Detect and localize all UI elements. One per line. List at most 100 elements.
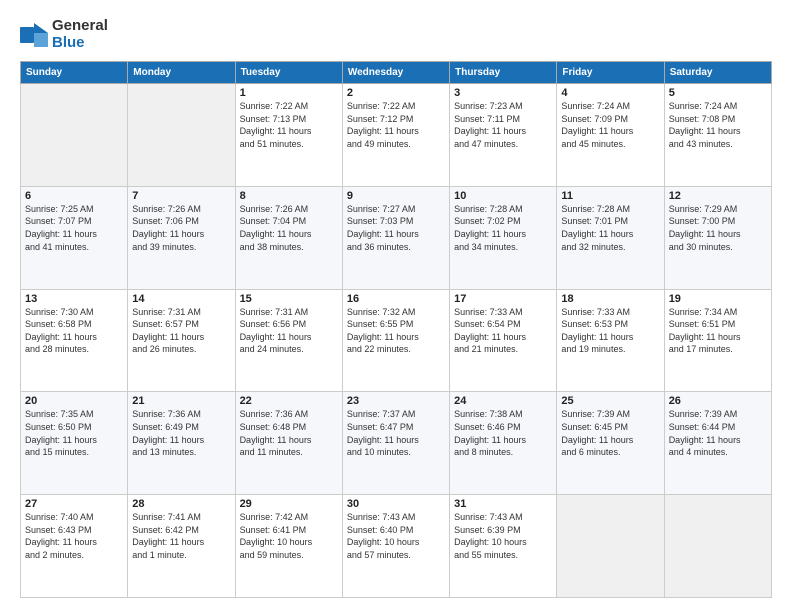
calendar-cell: 31Sunrise: 7:43 AM Sunset: 6:39 PM Dayli… (450, 495, 557, 598)
calendar-cell (557, 495, 664, 598)
day-info: Sunrise: 7:40 AM Sunset: 6:43 PM Dayligh… (25, 511, 123, 561)
calendar-cell: 3Sunrise: 7:23 AM Sunset: 7:11 PM Daylig… (450, 84, 557, 187)
day-number: 29 (240, 498, 338, 510)
day-number: 11 (561, 190, 659, 202)
header: General Blue (20, 18, 772, 51)
calendar-cell: 25Sunrise: 7:39 AM Sunset: 6:45 PM Dayli… (557, 392, 664, 495)
day-number: 10 (454, 190, 552, 202)
day-number: 17 (454, 293, 552, 305)
logo: General Blue (20, 18, 108, 51)
day-info: Sunrise: 7:26 AM Sunset: 7:04 PM Dayligh… (240, 203, 338, 253)
day-info: Sunrise: 7:24 AM Sunset: 7:09 PM Dayligh… (561, 100, 659, 150)
day-number: 1 (240, 87, 338, 99)
calendar-cell: 15Sunrise: 7:31 AM Sunset: 6:56 PM Dayli… (235, 289, 342, 392)
day-info: Sunrise: 7:36 AM Sunset: 6:49 PM Dayligh… (132, 408, 230, 458)
col-header-saturday: Saturday (664, 62, 771, 84)
calendar-week-5: 27Sunrise: 7:40 AM Sunset: 6:43 PM Dayli… (21, 495, 772, 598)
day-info: Sunrise: 7:24 AM Sunset: 7:08 PM Dayligh… (669, 100, 767, 150)
calendar-cell: 4Sunrise: 7:24 AM Sunset: 7:09 PM Daylig… (557, 84, 664, 187)
day-info: Sunrise: 7:22 AM Sunset: 7:12 PM Dayligh… (347, 100, 445, 150)
day-number: 2 (347, 87, 445, 99)
calendar-cell (21, 84, 128, 187)
day-number: 30 (347, 498, 445, 510)
col-header-wednesday: Wednesday (342, 62, 449, 84)
calendar-week-1: 1Sunrise: 7:22 AM Sunset: 7:13 PM Daylig… (21, 84, 772, 187)
calendar-cell: 20Sunrise: 7:35 AM Sunset: 6:50 PM Dayli… (21, 392, 128, 495)
day-info: Sunrise: 7:34 AM Sunset: 6:51 PM Dayligh… (669, 306, 767, 356)
calendar-cell: 24Sunrise: 7:38 AM Sunset: 6:46 PM Dayli… (450, 392, 557, 495)
day-info: Sunrise: 7:29 AM Sunset: 7:00 PM Dayligh… (669, 203, 767, 253)
calendar-table: SundayMondayTuesdayWednesdayThursdayFrid… (20, 61, 772, 598)
day-number: 18 (561, 293, 659, 305)
day-info: Sunrise: 7:31 AM Sunset: 6:57 PM Dayligh… (132, 306, 230, 356)
col-header-monday: Monday (128, 62, 235, 84)
calendar-week-4: 20Sunrise: 7:35 AM Sunset: 6:50 PM Dayli… (21, 392, 772, 495)
calendar-cell: 22Sunrise: 7:36 AM Sunset: 6:48 PM Dayli… (235, 392, 342, 495)
col-header-thursday: Thursday (450, 62, 557, 84)
calendar-cell: 2Sunrise: 7:22 AM Sunset: 7:12 PM Daylig… (342, 84, 449, 187)
calendar-cell: 9Sunrise: 7:27 AM Sunset: 7:03 PM Daylig… (342, 186, 449, 289)
calendar-header-row: SundayMondayTuesdayWednesdayThursdayFrid… (21, 62, 772, 84)
calendar-cell: 14Sunrise: 7:31 AM Sunset: 6:57 PM Dayli… (128, 289, 235, 392)
calendar-cell (664, 495, 771, 598)
col-header-friday: Friday (557, 62, 664, 84)
calendar-cell: 5Sunrise: 7:24 AM Sunset: 7:08 PM Daylig… (664, 84, 771, 187)
day-number: 4 (561, 87, 659, 99)
day-number: 9 (347, 190, 445, 202)
day-info: Sunrise: 7:32 AM Sunset: 6:55 PM Dayligh… (347, 306, 445, 356)
day-info: Sunrise: 7:43 AM Sunset: 6:40 PM Dayligh… (347, 511, 445, 561)
calendar-cell: 12Sunrise: 7:29 AM Sunset: 7:00 PM Dayli… (664, 186, 771, 289)
calendar-cell: 28Sunrise: 7:41 AM Sunset: 6:42 PM Dayli… (128, 495, 235, 598)
calendar-cell: 30Sunrise: 7:43 AM Sunset: 6:40 PM Dayli… (342, 495, 449, 598)
day-number: 15 (240, 293, 338, 305)
day-number: 6 (25, 190, 123, 202)
calendar-week-2: 6Sunrise: 7:25 AM Sunset: 7:07 PM Daylig… (21, 186, 772, 289)
day-number: 13 (25, 293, 123, 305)
day-info: Sunrise: 7:28 AM Sunset: 7:01 PM Dayligh… (561, 203, 659, 253)
day-info: Sunrise: 7:37 AM Sunset: 6:47 PM Dayligh… (347, 408, 445, 458)
day-number: 21 (132, 395, 230, 407)
calendar-cell: 13Sunrise: 7:30 AM Sunset: 6:58 PM Dayli… (21, 289, 128, 392)
calendar-cell: 8Sunrise: 7:26 AM Sunset: 7:04 PM Daylig… (235, 186, 342, 289)
calendar-cell: 17Sunrise: 7:33 AM Sunset: 6:54 PM Dayli… (450, 289, 557, 392)
day-number: 12 (669, 190, 767, 202)
logo-icon (20, 23, 48, 47)
day-info: Sunrise: 7:41 AM Sunset: 6:42 PM Dayligh… (132, 511, 230, 561)
day-number: 14 (132, 293, 230, 305)
calendar-cell: 1Sunrise: 7:22 AM Sunset: 7:13 PM Daylig… (235, 84, 342, 187)
calendar-cell: 18Sunrise: 7:33 AM Sunset: 6:53 PM Dayli… (557, 289, 664, 392)
day-number: 28 (132, 498, 230, 510)
day-info: Sunrise: 7:25 AM Sunset: 7:07 PM Dayligh… (25, 203, 123, 253)
calendar-cell: 26Sunrise: 7:39 AM Sunset: 6:44 PM Dayli… (664, 392, 771, 495)
calendar-cell: 29Sunrise: 7:42 AM Sunset: 6:41 PM Dayli… (235, 495, 342, 598)
calendar-cell: 23Sunrise: 7:37 AM Sunset: 6:47 PM Dayli… (342, 392, 449, 495)
day-number: 22 (240, 395, 338, 407)
day-number: 25 (561, 395, 659, 407)
day-info: Sunrise: 7:42 AM Sunset: 6:41 PM Dayligh… (240, 511, 338, 561)
day-info: Sunrise: 7:38 AM Sunset: 6:46 PM Dayligh… (454, 408, 552, 458)
day-info: Sunrise: 7:27 AM Sunset: 7:03 PM Dayligh… (347, 203, 445, 253)
day-info: Sunrise: 7:23 AM Sunset: 7:11 PM Dayligh… (454, 100, 552, 150)
day-info: Sunrise: 7:39 AM Sunset: 6:44 PM Dayligh… (669, 408, 767, 458)
day-number: 16 (347, 293, 445, 305)
day-number: 26 (669, 395, 767, 407)
day-number: 23 (347, 395, 445, 407)
day-info: Sunrise: 7:30 AM Sunset: 6:58 PM Dayligh… (25, 306, 123, 356)
day-info: Sunrise: 7:43 AM Sunset: 6:39 PM Dayligh… (454, 511, 552, 561)
calendar-cell: 7Sunrise: 7:26 AM Sunset: 7:06 PM Daylig… (128, 186, 235, 289)
calendar-cell: 27Sunrise: 7:40 AM Sunset: 6:43 PM Dayli… (21, 495, 128, 598)
day-info: Sunrise: 7:22 AM Sunset: 7:13 PM Dayligh… (240, 100, 338, 150)
calendar-cell: 10Sunrise: 7:28 AM Sunset: 7:02 PM Dayli… (450, 186, 557, 289)
calendar-cell: 16Sunrise: 7:32 AM Sunset: 6:55 PM Dayli… (342, 289, 449, 392)
calendar-week-3: 13Sunrise: 7:30 AM Sunset: 6:58 PM Dayli… (21, 289, 772, 392)
col-header-sunday: Sunday (21, 62, 128, 84)
day-info: Sunrise: 7:36 AM Sunset: 6:48 PM Dayligh… (240, 408, 338, 458)
calendar-cell: 11Sunrise: 7:28 AM Sunset: 7:01 PM Dayli… (557, 186, 664, 289)
day-info: Sunrise: 7:33 AM Sunset: 6:53 PM Dayligh… (561, 306, 659, 356)
logo-general: General (52, 18, 108, 35)
day-number: 3 (454, 87, 552, 99)
day-number: 31 (454, 498, 552, 510)
day-info: Sunrise: 7:39 AM Sunset: 6:45 PM Dayligh… (561, 408, 659, 458)
calendar-cell: 6Sunrise: 7:25 AM Sunset: 7:07 PM Daylig… (21, 186, 128, 289)
page: General Blue SundayMondayTuesdayWednesda… (0, 0, 792, 612)
